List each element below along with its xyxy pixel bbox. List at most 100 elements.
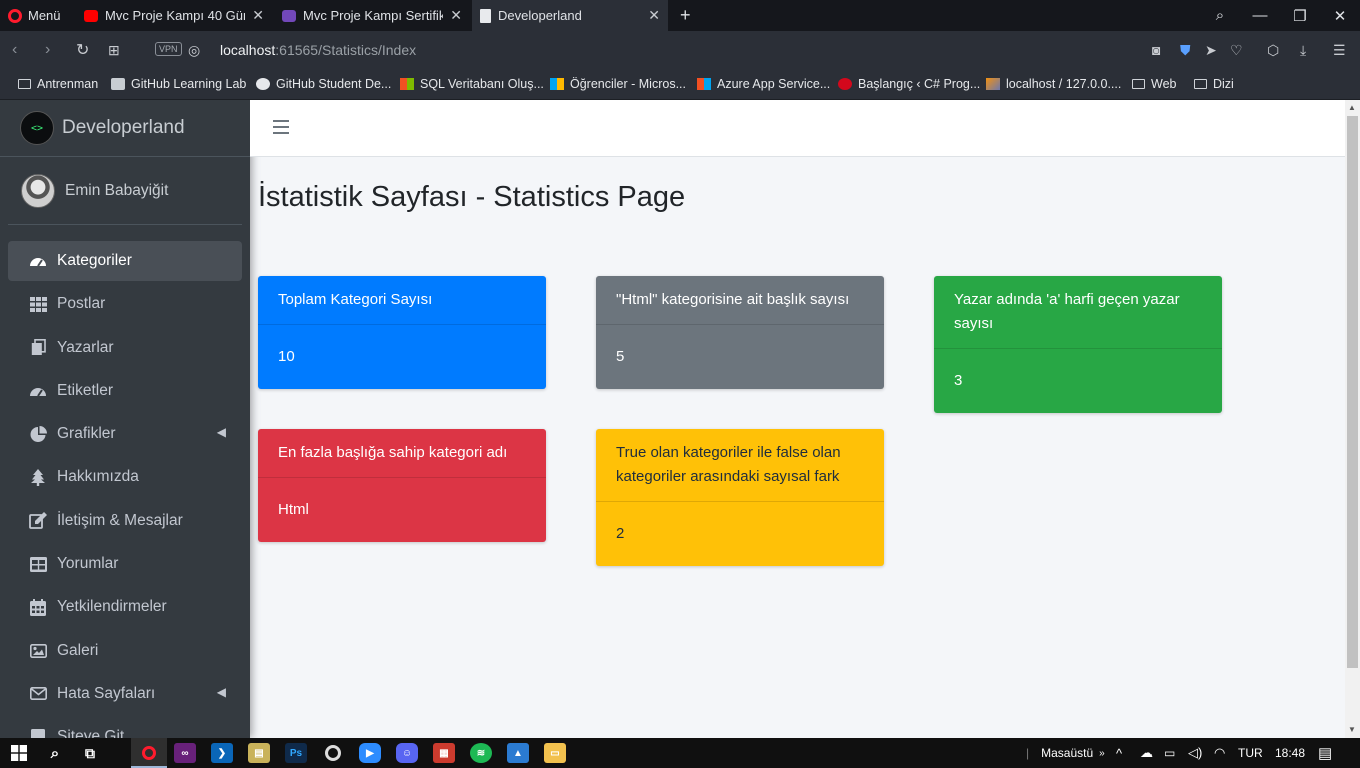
download-icon[interactable]: ⤓ [1300, 31, 1306, 69]
search-tabs-icon[interactable]: ⌕ [1200, 0, 1240, 31]
pie-chart-icon [28, 425, 48, 443]
photos-icon[interactable]: ▲ [507, 743, 529, 763]
task-view-icon[interactable]: ⧉ [79, 743, 101, 763]
sidebar-item-yorumlar[interactable]: Yorumlar [8, 544, 242, 584]
page-scrollbar[interactable]: ▲ ▼ [1345, 100, 1360, 738]
brand-link[interactable]: <> Developerland [0, 100, 250, 157]
reload-icon[interactable]: ↻ [76, 31, 89, 69]
vscode-icon[interactable]: ❯ [211, 743, 233, 763]
network-cloud-icon[interactable]: ☁ [1140, 738, 1153, 768]
bookmark-item[interactable]: Başlangıç ‹ C# Prog... [838, 69, 980, 99]
heart-icon[interactable]: ♡ [1230, 31, 1243, 69]
bookmark-item[interactable]: GitHub Learning Lab [111, 69, 246, 99]
visual-studio-icon[interactable]: ∞ [174, 743, 196, 763]
phpmyadmin-icon [986, 78, 1000, 90]
language-indicator[interactable]: TUR [1238, 738, 1263, 768]
bookmark-item[interactable]: localhost / 127.0.0.... [986, 69, 1121, 99]
card-header: "Html" kategorisine ait başlık sayısı [596, 276, 884, 325]
sidebar-item-label: Kategoriler [57, 252, 132, 269]
dashboard-icon [28, 252, 48, 270]
cube-icon[interactable]: ⬡ [1267, 31, 1279, 69]
sidebar-item-siteye-git[interactable]: Siteye Git [8, 717, 242, 738]
url-field[interactable]: localhost:61565/Statistics/Index [220, 31, 416, 69]
sidebar-item-etiketler[interactable]: Etiketler [8, 371, 242, 411]
sidebar-item-postlar[interactable]: Postlar [8, 284, 242, 324]
spotify-icon[interactable]: ≋ [470, 743, 492, 763]
wifi-icon[interactable]: ◠ [1214, 738, 1225, 768]
obs-icon[interactable] [322, 743, 344, 763]
sidebar-item-iletisim[interactable]: İletişim & Mesajlar [8, 501, 242, 541]
minimize-icon[interactable]: — [1240, 0, 1280, 31]
user-panel[interactable]: Emin Babayiğit [8, 157, 242, 225]
desktop-label: Masaüstü [1041, 746, 1094, 760]
shield-icon[interactable]: ⛊ [1180, 31, 1191, 69]
tab-form[interactable]: Mvc Proje Kampı Sertifika ( ✕ [274, 0, 470, 31]
tray-overflow-icon[interactable]: ^ [1116, 738, 1122, 768]
vpn-badge[interactable]: VPN [155, 42, 182, 56]
restore-icon[interactable]: ❐ [1280, 0, 1320, 31]
sidebar-item-hata-sayfalari[interactable]: Hata Sayfaları ◀ [8, 674, 242, 714]
winrar-icon[interactable]: ▦ [433, 743, 455, 763]
sidebar-item-galeri[interactable]: Galeri [8, 631, 242, 671]
bookmark-label: SQL Veritabanı Oluş... [420, 77, 544, 91]
bookmark-label: GitHub Learning Lab [131, 77, 247, 91]
bookmark-label: Öğrenciler - Micros... [570, 77, 686, 91]
snapshot-icon[interactable]: ◙ [1152, 31, 1160, 69]
bookmark-item[interactable]: Antrenman [18, 69, 98, 99]
sidebar-item-yetkilendirmeler[interactable]: Yetkilendirmeler [8, 587, 242, 627]
sql-server-icon[interactable]: ▤ [248, 743, 270, 763]
bookmark-item[interactable]: Azure App Service... [697, 69, 830, 99]
bookmark-item[interactable]: Öğrenciler - Micros... [550, 69, 686, 99]
menu-label: Menü [28, 8, 61, 23]
clock[interactable]: 18:48 [1275, 738, 1305, 768]
sidebar-item-kategoriler[interactable]: Kategoriler [8, 241, 242, 281]
sidebar-item-hakkimizda[interactable]: Hakkımızda [8, 457, 242, 497]
speed-dial-icon[interactable]: ⊞ [108, 31, 120, 69]
tab-youtube[interactable]: Mvc Proje Kampı 40 Günce ✕ [76, 0, 272, 31]
notifications-icon[interactable]: ▤ [1318, 738, 1332, 768]
close-tab-icon[interactable]: ✕ [648, 7, 660, 24]
bookmark-label: localhost / 127.0.0.... [1006, 77, 1122, 91]
desktop-toolbar[interactable]: | Masaüstü » [1026, 738, 1105, 768]
admin-app: <> Developerland Emin Babayiğit Kategori… [0, 100, 1360, 738]
scrollbar-thumb[interactable] [1347, 116, 1358, 668]
sidebar-item-label: İletişim & Mesajlar [57, 511, 183, 529]
forward-icon[interactable]: › [45, 31, 50, 69]
send-icon[interactable]: ➤ [1205, 31, 1217, 69]
chevron-left-icon: ◀ [216, 425, 226, 440]
scroll-up-icon[interactable]: ▲ [1348, 103, 1356, 112]
bookmark-item[interactable]: GitHub Student De... [256, 69, 391, 99]
back-icon[interactable]: ‹ [12, 31, 17, 69]
sidebar-item-yazarlar[interactable]: Yazarlar [8, 328, 242, 368]
csharp-site-icon [838, 78, 852, 90]
volume-icon[interactable]: ◁) [1188, 738, 1202, 768]
opera-icon[interactable] [138, 743, 160, 763]
scroll-down-icon[interactable]: ▼ [1348, 725, 1356, 734]
bookmark-item[interactable]: Web [1132, 69, 1176, 99]
discord-icon[interactable]: ☺ [396, 743, 418, 763]
card-header: Toplam Kategori Sayısı [258, 276, 546, 325]
close-tab-icon[interactable]: ✕ [450, 7, 462, 24]
folder-icon [18, 79, 31, 89]
sidebar-item-grafikler[interactable]: Grafikler ◀ [8, 414, 242, 454]
opera-menu-button[interactable]: Menü [8, 0, 61, 31]
new-tab-button[interactable]: + [672, 0, 696, 31]
tab-label: Mvc Proje Kampı Sertifika ( [303, 8, 444, 23]
close-tab-icon[interactable]: ✕ [252, 7, 264, 24]
hamburger-menu-icon[interactable] [273, 120, 289, 134]
close-window-icon[interactable]: ✕ [1320, 0, 1360, 31]
search-icon[interactable]: ⌕ [44, 743, 66, 763]
sidebar: <> Developerland Emin Babayiğit Kategori… [0, 100, 250, 738]
tab-developerland[interactable]: Developerland ✕ [472, 0, 668, 31]
dashboard-icon [28, 382, 48, 400]
easy-setup-icon[interactable]: ☰ [1333, 31, 1346, 69]
bookmark-item[interactable]: SQL Veritabanı Oluş... [400, 69, 544, 99]
file-explorer-icon[interactable]: ▭ [544, 743, 566, 763]
microsoft-icon [697, 78, 711, 90]
photoshop-icon[interactable]: Ps [285, 743, 307, 763]
windows-start-icon[interactable] [8, 743, 30, 763]
battery-icon[interactable]: ▭ [1164, 738, 1175, 768]
bookmark-item[interactable]: Dizi [1194, 69, 1234, 99]
folder-icon [1132, 79, 1145, 89]
zoom-icon[interactable]: ▶ [359, 743, 381, 763]
